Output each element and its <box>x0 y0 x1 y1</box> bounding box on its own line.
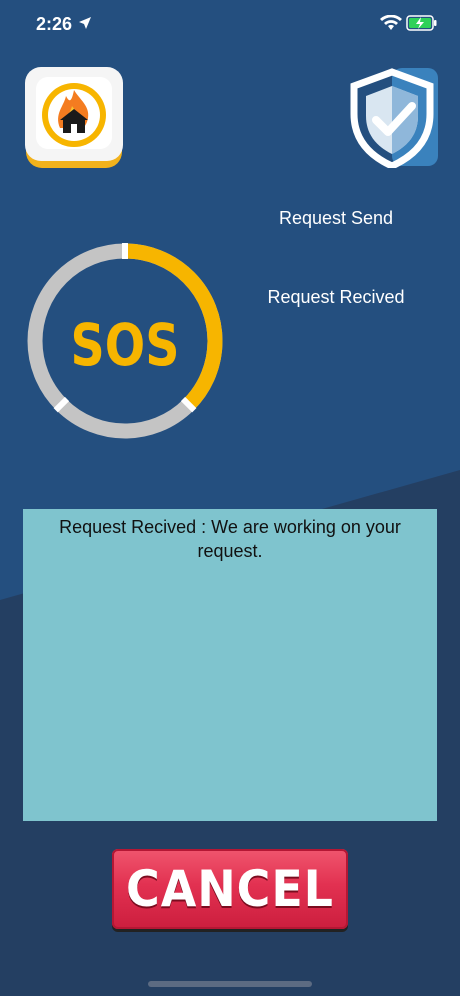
shield-check-icon <box>350 68 438 168</box>
sos-progress-ring: SOS <box>27 243 223 439</box>
cancel-button-label: CANCEL <box>126 860 334 918</box>
message-text: Request Recived : We are working on your… <box>59 517 401 561</box>
battery-charging-icon <box>406 15 437 31</box>
fire-house-icon <box>25 67 123 168</box>
message-panel: Request Recived : We are working on your… <box>23 509 437 821</box>
cancel-button[interactable]: CANCEL <box>112 849 348 929</box>
status-time: 2:26 <box>36 14 73 34</box>
request-received-label: Request Recived <box>267 287 405 307</box>
location-arrow-icon <box>79 17 91 29</box>
home-indicator[interactable] <box>148 981 312 987</box>
status-bar: 2:26 <box>0 0 460 50</box>
sos-label: SOS <box>71 311 180 379</box>
wifi-icon <box>380 15 402 30</box>
request-send-label: Request Send <box>278 208 394 228</box>
